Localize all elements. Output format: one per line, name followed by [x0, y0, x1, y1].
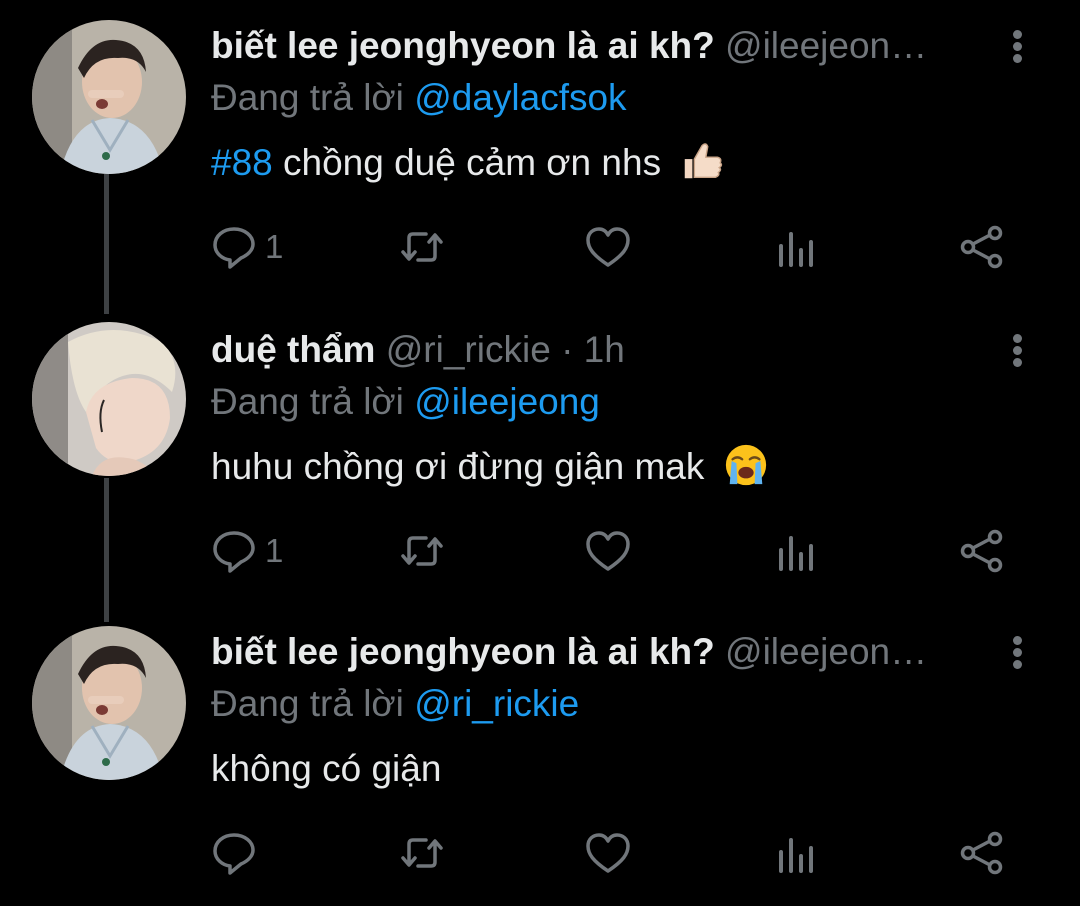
replying-to: Đang trả lời @daylacfsok — [211, 76, 627, 120]
tweet-header: duệ thẩm @ri_rickie · 1h — [211, 328, 971, 372]
reply-icon — [213, 227, 255, 269]
retweet-icon — [401, 232, 443, 262]
tweet-3[interactable]: biết lee jeonghyeon là ai kh? @ileejeon…… — [0, 606, 1080, 906]
tweet-header: biết lee jeonghyeon là ai kh? @ileejeon… — [211, 630, 971, 674]
tweet-2[interactable]: duệ thẩm @ri_rickie · 1h Đang trả lời @i… — [0, 304, 1080, 604]
share-button[interactable] — [959, 526, 1005, 576]
analytics-icon — [779, 536, 813, 571]
user-handle[interactable]: @ileejeon… — [725, 631, 927, 672]
analytics-icon — [779, 838, 813, 873]
analytics-button[interactable] — [773, 526, 819, 576]
reply-mention-link[interactable]: @ri_rickie — [414, 683, 579, 724]
tweet-time[interactable]: · 1h — [561, 329, 625, 370]
retweet-icon — [401, 838, 443, 868]
loudly-crying-face-emoji-icon — [725, 445, 766, 486]
share-icon — [960, 529, 1003, 573]
share-button[interactable] — [959, 828, 1005, 878]
tweet-actions — [211, 828, 1011, 878]
tweet-text: #88 chồng duệ cảm ơn nhs — [211, 140, 725, 188]
tweet-text-content: chồng duệ cảm ơn nhs — [283, 142, 662, 183]
reply-button[interactable]: 1 — [211, 222, 283, 272]
display-name[interactable]: biết lee jeonghyeon là ai kh? — [211, 25, 715, 66]
user-handle[interactable]: @ri_rickie — [386, 329, 551, 370]
tweet-header: biết lee jeonghyeon là ai kh? @ileejeon… — [211, 24, 971, 68]
like-icon — [586, 833, 630, 873]
replying-to: Đang trả lời @ri_rickie — [211, 682, 579, 726]
more-icon[interactable] — [1003, 28, 1031, 68]
reply-button[interactable] — [211, 828, 257, 878]
reply-icon — [213, 833, 255, 875]
analytics-button[interactable] — [773, 222, 819, 272]
more-icon[interactable] — [1003, 332, 1031, 372]
reply-button[interactable]: 1 — [211, 526, 283, 576]
replying-to: Đang trả lời @ileejeong — [211, 380, 600, 424]
analytics-button[interactable] — [773, 828, 819, 878]
retweet-button[interactable] — [399, 526, 445, 576]
replying-to-label: Đang trả lời — [211, 381, 404, 422]
avatar[interactable] — [32, 322, 186, 476]
share-icon — [960, 831, 1003, 875]
avatar-image — [32, 20, 186, 174]
avatar-image — [32, 322, 186, 476]
avatar[interactable] — [32, 626, 186, 780]
share-button[interactable] — [959, 222, 1005, 272]
tweet-text: không có giận — [211, 746, 441, 792]
hashtag-link[interactable]: #88 — [211, 142, 273, 183]
more-icon[interactable] — [1003, 634, 1031, 674]
like-button[interactable] — [585, 526, 631, 576]
share-icon — [960, 225, 1003, 269]
user-handle[interactable]: @ileejeon… — [725, 25, 927, 66]
reply-count: 1 — [265, 532, 284, 569]
display-name[interactable]: biết lee jeonghyeon là ai kh? — [211, 631, 715, 672]
replying-to-label: Đang trả lời — [211, 77, 404, 118]
thumbs-up-emoji-icon — [685, 143, 723, 179]
avatar[interactable] — [32, 20, 186, 174]
avatar-image — [32, 626, 186, 780]
reply-mention-link[interactable]: @daylacfsok — [414, 77, 626, 118]
tweet-1[interactable]: biết lee jeonghyeon là ai kh? @ileejeon…… — [0, 0, 1080, 300]
replying-to-label: Đang trả lời — [211, 683, 404, 724]
reply-count: 1 — [265, 228, 284, 265]
retweet-button[interactable] — [399, 828, 445, 878]
reply-mention-link[interactable]: @ileejeong — [414, 381, 600, 422]
tweet-actions: 1 — [211, 222, 1011, 272]
display-name[interactable]: duệ thẩm — [211, 329, 375, 370]
tweet-text-content: không có giận — [211, 748, 442, 789]
retweet-icon — [401, 536, 443, 566]
tweet-text: huhu chồng ơi đừng giận mak — [211, 444, 769, 492]
retweet-button[interactable] — [399, 222, 445, 272]
like-button[interactable] — [585, 828, 631, 878]
analytics-icon — [779, 232, 813, 267]
tweet-text-content: huhu chồng ơi đừng giận mak — [211, 446, 705, 487]
like-icon — [586, 531, 630, 571]
like-button[interactable] — [585, 222, 631, 272]
like-icon — [586, 227, 630, 267]
tweet-actions: 1 — [211, 526, 1011, 576]
reply-icon — [213, 531, 255, 573]
